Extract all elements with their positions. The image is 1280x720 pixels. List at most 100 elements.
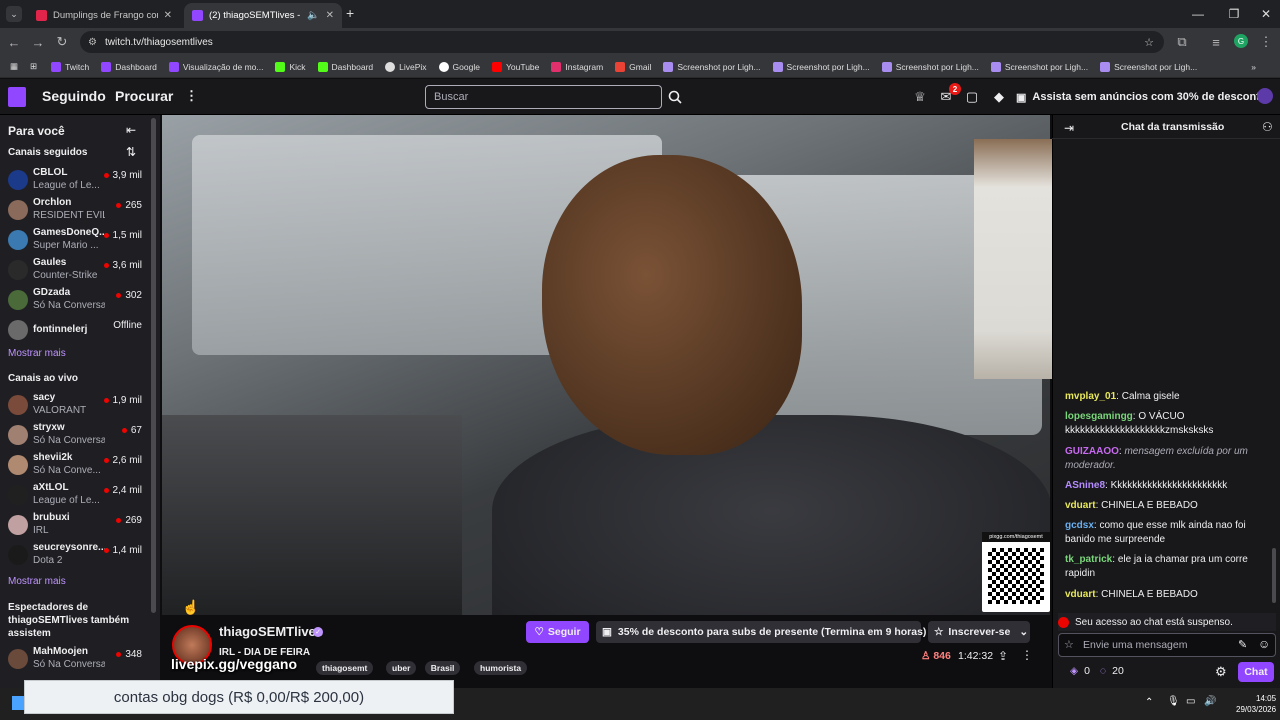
- chat-scrollbar[interactable]: [1272, 548, 1276, 603]
- more-bookmarks-icon[interactable]: »: [1245, 62, 1262, 72]
- sidebar-channel-item[interactable]: sacy VALORANT 1,9 mil: [0, 390, 152, 420]
- show-more-followed[interactable]: Mostrar mais: [8, 348, 66, 359]
- chat-send-button[interactable]: Chat: [1238, 662, 1274, 682]
- sidebar-channel-item[interactable]: GDzada Só Na Conversa 302: [0, 285, 152, 315]
- stream-tag[interactable]: uber: [386, 661, 417, 675]
- search-icon[interactable]: [664, 85, 686, 109]
- site-info-icon[interactable]: ⚙: [88, 37, 97, 48]
- bookmark-instagram[interactable]: Instagram: [545, 61, 609, 72]
- channel-points[interactable]: ◈ 0 ◌ 20: [1070, 665, 1124, 677]
- bookmark-screenshot-2[interactable]: Screenshot por Ligh...: [767, 61, 876, 72]
- sidebar-channel-item[interactable]: GamesDoneQ... Super Mario ... 1,5 mil: [0, 225, 152, 255]
- profile-avatar[interactable]: G: [1234, 34, 1248, 48]
- sidebar-channel-item[interactable]: stryxw Só Na Conversa 67: [0, 420, 152, 450]
- apps-icon[interactable]: ▦: [6, 61, 22, 72]
- bookmark-screenshot-1[interactable]: Screenshot por Ligh...: [657, 61, 766, 72]
- chat-username[interactable]: GUIZAAOO: [1065, 446, 1119, 457]
- chat-message[interactable]: gcdsx: como que esse mlk ainda nao foi b…: [1065, 519, 1269, 547]
- bookmark-youtube[interactable]: YouTube: [486, 61, 545, 72]
- chat-username[interactable]: vduart: [1065, 500, 1096, 511]
- sidebar-channel-item[interactable]: brubuxi IRL 269: [0, 510, 152, 540]
- microphone-icon[interactable]: 🎙: [1167, 696, 1180, 707]
- more-options-icon[interactable]: ⋮: [1021, 648, 1033, 662]
- chat-username[interactable]: vduart: [1065, 589, 1096, 600]
- bookmark-star-icon[interactable]: ☆: [1144, 36, 1154, 49]
- bookmark-screenshot-3[interactable]: Screenshot por Ligh...: [876, 61, 985, 72]
- chat-message[interactable]: vduart: CHINELA E BEBADO: [1065, 499, 1269, 513]
- chat-message[interactable]: tk_patrick: ele ja ia chamar pra um corr…: [1065, 553, 1269, 581]
- chat-username[interactable]: lopesgamingg: [1065, 411, 1133, 422]
- bookmark-dashboard[interactable]: Dashboard: [95, 61, 163, 72]
- extensions-icon[interactable]: ⧉: [1172, 32, 1192, 52]
- url-field[interactable]: ⚙ twitch.tv/thiagosemtlives ☆: [80, 31, 1164, 53]
- more-menu-icon[interactable]: ⋮: [185, 88, 198, 104]
- bookmark-kick[interactable]: Kick: [269, 61, 311, 72]
- chat-message[interactable]: ASnine8: Kkkkkkkkkkkkkkkkkkkkkkk: [1065, 479, 1269, 493]
- chat-username[interactable]: tk_patrick: [1065, 554, 1112, 565]
- close-tab-icon[interactable]: ✕: [326, 10, 334, 21]
- tray-chevron-icon[interactable]: ⌃: [1145, 697, 1153, 708]
- chat-message[interactable]: mvplay_01: Calma gisele: [1065, 390, 1269, 404]
- chat-message[interactable]: lopesgamingg: O VÁCUO kkkkkkkkkkkkkkkkkk…: [1065, 410, 1269, 438]
- search-input[interactable]: Buscar: [425, 85, 662, 109]
- stream-tag[interactable]: Brasil: [424, 661, 461, 675]
- sidebar-channel-item[interactable]: Orchlon RESIDENT EVIL... 265: [0, 195, 152, 225]
- browser-tab-1[interactable]: Dumplings de Frango com BBQ ✕: [28, 3, 180, 28]
- sidebar-channel-item[interactable]: MahMoojen Só Na Conversa 348: [0, 644, 152, 674]
- bookmark-google[interactable]: Google: [433, 61, 486, 72]
- tab-search-button[interactable]: ⌄: [6, 6, 22, 22]
- sort-icon[interactable]: ⇅: [126, 145, 136, 159]
- video-player[interactable]: ☝: [162, 115, 1050, 615]
- subscribe-button[interactable]: ☆ Inscrever-se ⌄: [928, 621, 1030, 643]
- browser-menu-icon[interactable]: ⋮: [1256, 32, 1276, 52]
- browser-tab-2[interactable]: (2) thiagoSEMTlives - Twitch 🔈 ✕: [184, 3, 342, 28]
- chat-settings-icon[interactable]: ⚙: [1215, 664, 1227, 680]
- taskbar-clock[interactable]: 14:05 29/03/2026: [1236, 693, 1276, 715]
- sidebar-channel-item[interactable]: Gaules Counter-Strike 3,6 mil: [0, 255, 152, 285]
- sidebar-channel-item[interactable]: aXtLOL League of Le... 2,4 mil: [0, 480, 152, 510]
- collapse-sidebar-icon[interactable]: ⇤: [126, 123, 136, 137]
- bookmark-screenshot-4[interactable]: Screenshot por Ligh...: [985, 61, 1094, 72]
- sidebar-channel-item[interactable]: CBLOL League of Le... 3,9 mil: [0, 165, 152, 195]
- close-tab-icon[interactable]: ✕: [164, 10, 172, 21]
- stream-tag[interactable]: humorista: [474, 661, 528, 675]
- bookmark-livepix[interactable]: LivePix: [379, 61, 432, 72]
- sidebar-channel-item[interactable]: fontinnelerj Offline: [0, 315, 152, 345]
- whispers-icon[interactable]: ▢: [962, 87, 982, 107]
- bookmark-gmail[interactable]: Gmail: [609, 61, 657, 72]
- nav-following[interactable]: Seguindo: [42, 88, 106, 104]
- sidebar-channel-item[interactable]: shevii2k Só Na Conve... 2,6 mil: [0, 450, 152, 480]
- apps-grid-icon[interactable]: ⊞: [22, 61, 45, 72]
- chat-message[interactable]: vduart: CHINELA E BEBADO: [1065, 588, 1269, 602]
- community-icon[interactable]: ⚇: [1262, 120, 1273, 134]
- bookmark-twitch[interactable]: Twitch: [45, 61, 95, 72]
- chat-username[interactable]: ASnine8: [1065, 480, 1105, 491]
- user-avatar[interactable]: [1257, 88, 1273, 104]
- stream-tag[interactable]: thiagosemt: [316, 661, 374, 675]
- bits-cheer-icon[interactable]: ✎: [1238, 638, 1247, 651]
- bookmark-kick-dashboard[interactable]: Dashboard: [312, 61, 380, 72]
- sidebar-scrollbar[interactable]: [151, 118, 156, 613]
- minimize-button[interactable]: —: [1180, 0, 1216, 28]
- close-window-button[interactable]: ✕: [1248, 0, 1280, 28]
- twitch-logo-icon[interactable]: [8, 87, 26, 107]
- badge-picker-icon[interactable]: ☆: [1064, 638, 1074, 651]
- follow-button[interactable]: ♡ Seguir: [526, 621, 589, 643]
- collapse-chat-icon[interactable]: ⇥: [1064, 121, 1074, 135]
- bookmark-visualizacao[interactable]: Visualização de mo...: [163, 61, 270, 72]
- bookmark-screenshot-5[interactable]: Screenshot por Ligh...: [1094, 61, 1203, 72]
- speaker-icon[interactable]: 🔈: [307, 10, 319, 21]
- network-icon[interactable]: ▭: [1186, 696, 1195, 707]
- sidebar-channel-item[interactable]: seucreysonre... Dota 2 1,4 mil: [0, 540, 152, 570]
- prime-offer-button[interactable]: ▣ Assista sem anúncios com 30% de descon…: [1016, 87, 1267, 107]
- forward-button[interactable]: →: [28, 32, 48, 52]
- media-control-icon[interactable]: ≡: [1206, 32, 1226, 52]
- share-icon[interactable]: ⇪: [998, 649, 1008, 663]
- chat-username[interactable]: gcdsx: [1065, 520, 1094, 531]
- bits-icon[interactable]: ◆: [989, 87, 1009, 107]
- reload-button[interactable]: ↻: [52, 32, 72, 52]
- show-more-live[interactable]: Mostrar mais: [8, 576, 66, 587]
- crown-icon[interactable]: ♕: [910, 87, 930, 107]
- chat-username[interactable]: mvplay_01: [1065, 391, 1116, 402]
- back-button[interactable]: ←: [4, 32, 24, 52]
